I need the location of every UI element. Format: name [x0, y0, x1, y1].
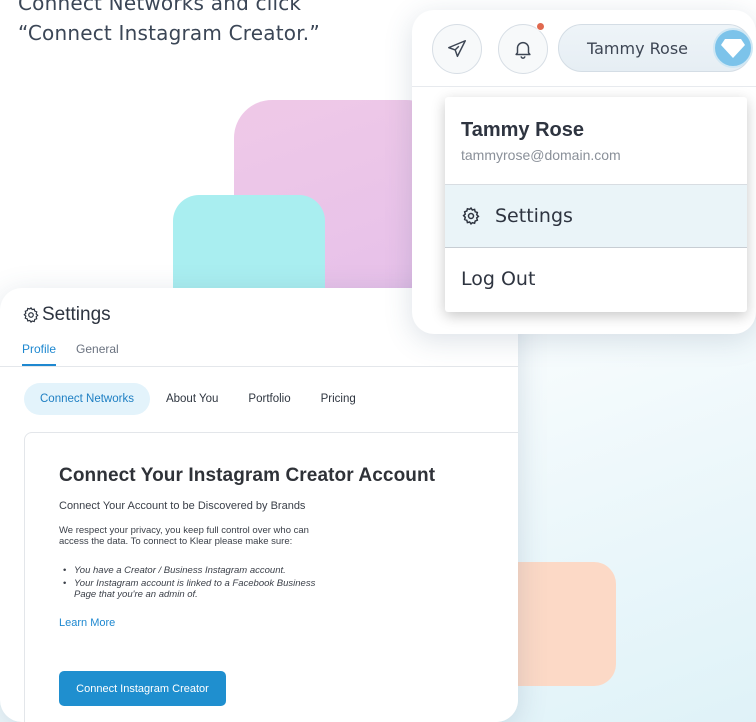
settings-title: Settings [42, 304, 111, 325]
instruction-line-1: Connect Networks and click [18, 0, 302, 15]
instagram-connect-card: Connect Your Instagram Creator Account C… [24, 432, 518, 722]
gear-icon [23, 306, 39, 324]
notification-dot [536, 22, 545, 31]
card-title: Connect Your Instagram Creator Account [59, 465, 436, 486]
avatar [713, 28, 753, 68]
learn-more-link[interactable]: Learn More [59, 617, 115, 629]
list-item: You have a Creator / Business Instagram … [59, 565, 319, 576]
list-item: Your Instagram account is linked to a Fa… [59, 578, 319, 600]
subtab-connect-networks[interactable]: Connect Networks [24, 383, 150, 415]
gear-icon [462, 206, 480, 226]
tabs-divider [0, 366, 518, 367]
dropdown-divider [445, 247, 747, 248]
subtab-pricing[interactable]: Pricing [307, 383, 370, 415]
diamond-icon [721, 39, 745, 58]
card-body-text: We respect your privacy, you keep full c… [59, 525, 309, 547]
subtab-about-you[interactable]: About You [152, 383, 232, 415]
subtab-portfolio[interactable]: Portfolio [234, 383, 304, 415]
settings-header: Settings [22, 304, 111, 326]
instruction-line-2: “Connect Instagram Creator.” [18, 21, 320, 45]
dropdown-item-settings[interactable]: Settings [445, 185, 747, 247]
user-menu-button[interactable]: Tammy Rose [558, 24, 753, 72]
dropdown-settings-label: Settings [495, 205, 573, 227]
notifications-button[interactable] [498, 24, 548, 74]
user-dropdown-menu: Tammy Rose tammyrose@domain.com Settings… [445, 97, 747, 312]
settings-panel: Settings Profile General Connect Network… [0, 288, 518, 722]
dropdown-user-name: Tammy Rose [461, 119, 585, 141]
user-name: Tammy Rose [587, 38, 689, 58]
header-divider [412, 86, 756, 87]
bell-icon [515, 41, 531, 59]
card-subtitle: Connect Your Account to be Discovered by… [59, 500, 306, 512]
dropdown-user-email: tammyrose@domain.com [461, 147, 621, 163]
dropdown-item-logout[interactable]: Log Out [461, 268, 535, 290]
instruction-text: Connect Networks and click “Connect Inst… [18, 0, 418, 48]
paper-plane-icon [448, 40, 466, 58]
requirements-list: You have a Creator / Business Instagram … [59, 565, 319, 602]
connect-instagram-creator-button[interactable]: Connect Instagram Creator [59, 671, 226, 706]
tab-profile[interactable]: Profile [22, 342, 57, 366]
tab-general[interactable]: General [76, 342, 119, 366]
profile-sub-tabs: Connect Networks About You Portfolio Pri… [24, 383, 372, 415]
send-button[interactable] [432, 24, 482, 74]
settings-tabs: Profile General [22, 342, 119, 366]
